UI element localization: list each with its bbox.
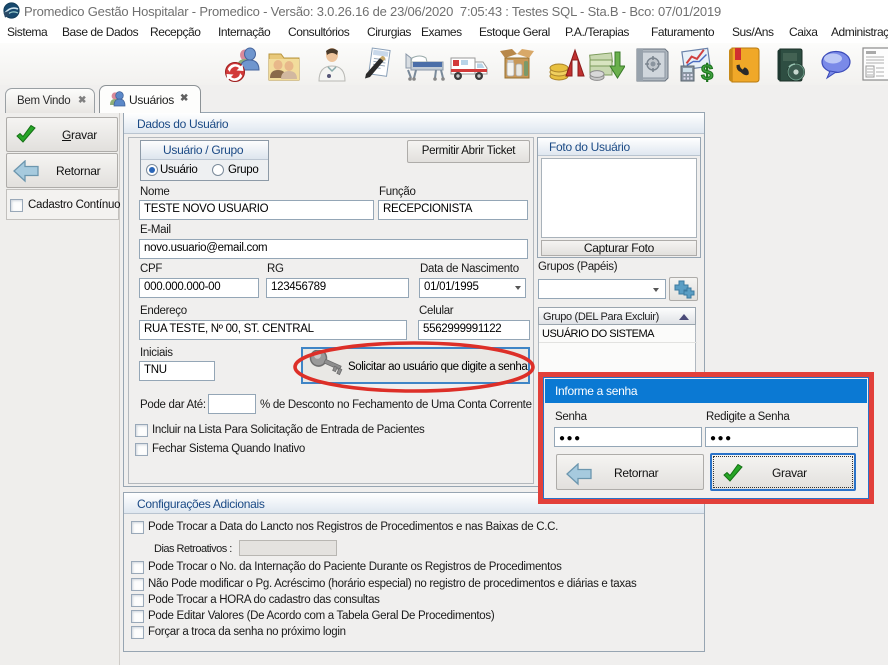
svg-text:$: $ (701, 60, 713, 84)
